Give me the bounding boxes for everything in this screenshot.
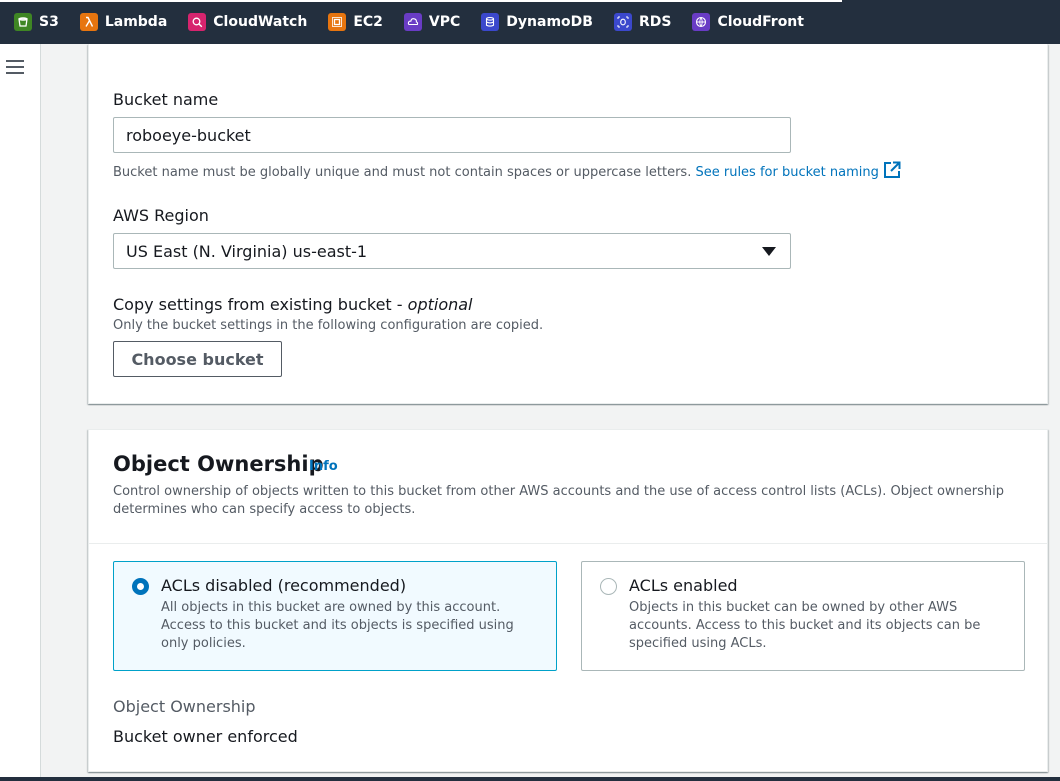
bucket-naming-rules-link[interactable]: See rules for bucket naming xyxy=(695,161,901,180)
bucket-name-hint-text: Bucket name must be globally unique and … xyxy=(113,165,692,180)
ownership-summary-value: Bucket owner enforced xyxy=(113,727,298,746)
service-label: RDS xyxy=(638,14,672,30)
info-link[interactable]: Info xyxy=(309,459,338,474)
choose-bucket-button[interactable]: Choose bucket xyxy=(113,341,282,377)
acls-disabled-option[interactable]: ACLs disabled (recommended) All objects … xyxy=(113,561,557,671)
dynamodb-icon xyxy=(481,13,500,31)
menu-icon[interactable] xyxy=(6,60,26,78)
copy-settings-label-text: Copy settings from existing bucket - xyxy=(113,295,408,314)
copy-settings-hint: Only the bucket settings in the followin… xyxy=(113,318,544,333)
bucket-name-hint: Bucket name must be globally unique and … xyxy=(113,161,901,180)
bottom-edge xyxy=(0,777,1060,781)
copy-settings-label: Copy settings from existing bucket - opt… xyxy=(113,295,473,314)
service-label: S3 xyxy=(39,14,59,30)
section-divider xyxy=(89,543,1047,544)
service-cloudfront[interactable]: CloudFront xyxy=(692,0,804,44)
service-label: CloudWatch xyxy=(213,14,308,30)
general-configuration-panel: Bucket name Bucket name must be globally… xyxy=(88,44,1048,404)
service-ec2[interactable]: EC2 xyxy=(328,0,383,44)
ownership-summary-label: Object Ownership xyxy=(113,697,256,716)
ec2-icon xyxy=(328,13,347,31)
acls-disabled-description: All objects in this bucket are owned by … xyxy=(161,600,514,651)
service-cloudwatch[interactable]: CloudWatch xyxy=(188,0,307,44)
aws-region-label: AWS Region xyxy=(113,206,209,225)
external-link-icon xyxy=(883,161,901,178)
acls-enabled-option[interactable]: ACLs enabled Objects in this bucket can … xyxy=(581,561,1025,671)
s3-icon xyxy=(14,13,32,31)
cloudwatch-icon xyxy=(188,13,207,31)
bucket-naming-rules-link-text: See rules for bucket naming xyxy=(695,165,879,180)
service-label: EC2 xyxy=(353,14,383,30)
service-vpc[interactable]: VPC xyxy=(403,0,461,44)
caret-down-icon xyxy=(762,247,776,256)
service-lambda[interactable]: Lambda xyxy=(79,0,168,44)
service-label: Lambda xyxy=(104,14,168,30)
vpc-icon xyxy=(403,13,422,31)
lambda-icon xyxy=(79,13,98,31)
optional-tag: optional xyxy=(407,295,473,314)
bucket-name-input[interactable] xyxy=(113,117,791,153)
cloudfront-icon xyxy=(692,13,711,31)
side-navigation-rail xyxy=(0,44,41,781)
acls-enabled-title: ACLs enabled xyxy=(629,576,738,595)
aws-region-select[interactable]: US East (N. Virginia) us-east-1 xyxy=(113,233,791,269)
bucket-name-label: Bucket name xyxy=(113,90,219,109)
service-dynamodb[interactable]: DynamoDB xyxy=(481,0,593,44)
service-label: CloudFront xyxy=(717,14,804,30)
service-rds[interactable]: RDS xyxy=(613,0,672,44)
service-label: DynamoDB xyxy=(506,14,593,30)
object-ownership-description: Control ownership of objects written to … xyxy=(113,484,1004,517)
service-label: VPC xyxy=(428,14,461,30)
acls-enabled-description: Objects in this bucket can be owned by o… xyxy=(629,600,981,651)
aws-region-value: US East (N. Virginia) us-east-1 xyxy=(126,241,368,261)
radio-selected-icon[interactable] xyxy=(132,578,149,595)
services-bar: S3 Lambda CloudWatch EC2 VPC DynamoDB RD… xyxy=(0,0,1060,44)
service-s3[interactable]: S3 xyxy=(14,0,59,44)
radio-unselected-icon[interactable] xyxy=(600,578,617,595)
acls-disabled-title: ACLs disabled (recommended) xyxy=(161,576,407,595)
top-strip xyxy=(0,0,842,2)
object-ownership-title: Object Ownership xyxy=(113,452,324,476)
rds-icon xyxy=(613,13,632,31)
object-ownership-panel: Object Ownership Info Control ownership … xyxy=(88,429,1048,772)
